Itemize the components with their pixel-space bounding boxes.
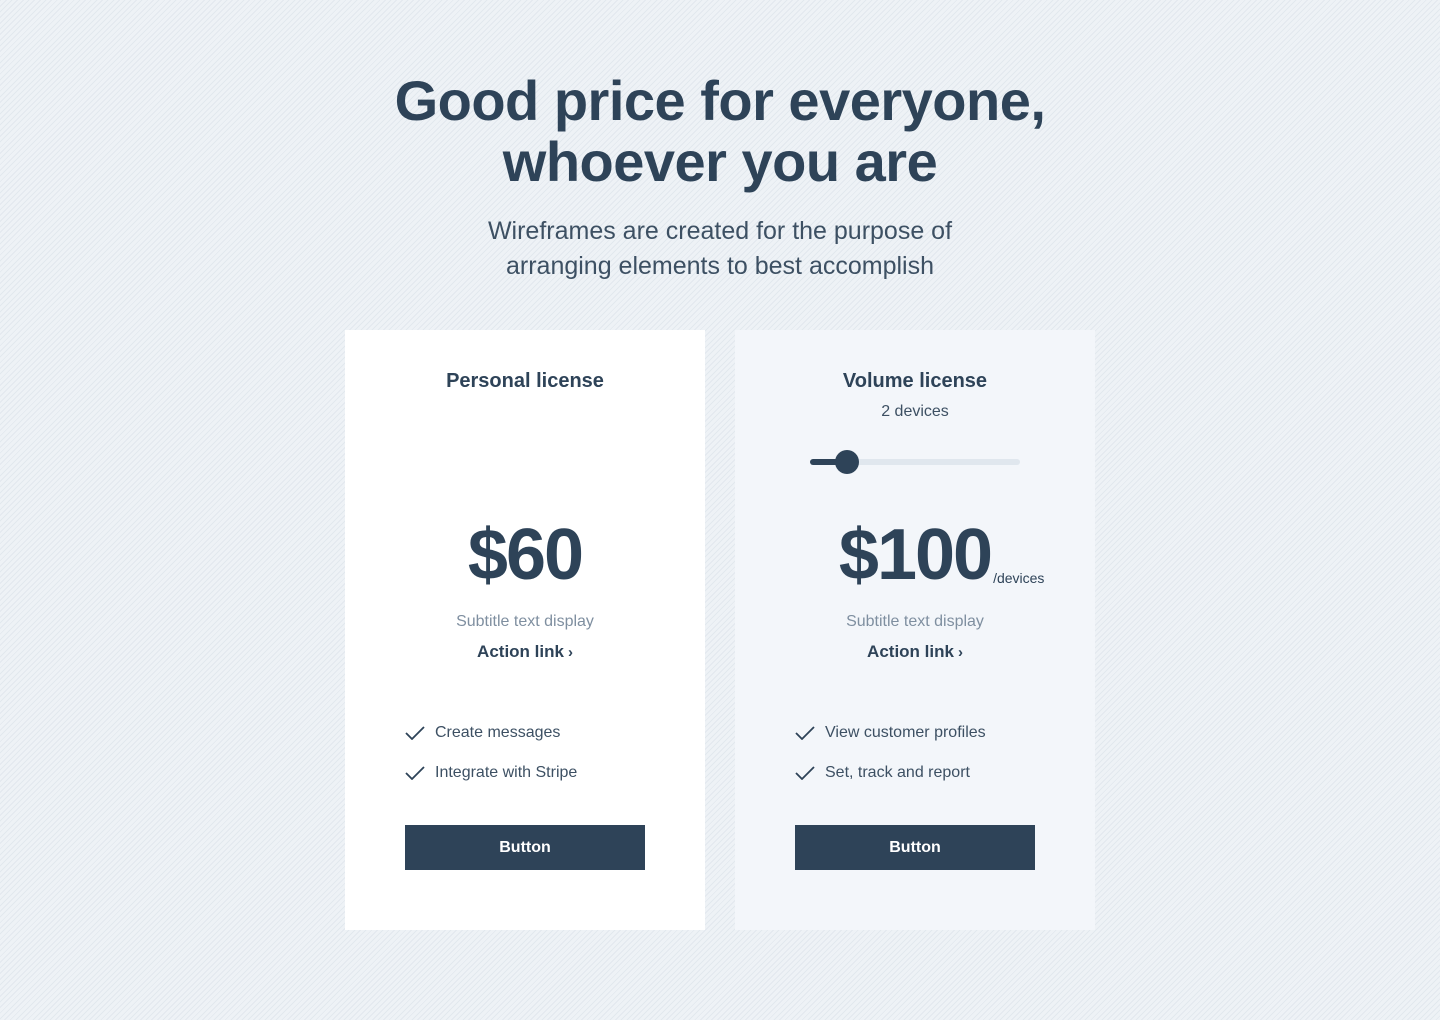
price: $60 [345, 510, 705, 600]
page-title-line-2: whoever you are [502, 130, 938, 193]
action-link[interactable]: Action link › [735, 642, 1095, 662]
check-icon [795, 766, 815, 780]
devices-slider[interactable] [810, 450, 1020, 474]
feature-label: Integrate with Stripe [435, 764, 578, 781]
price-unit: /devices [993, 570, 1045, 586]
hero-section: Good price for everyone, whoever you are… [0, 70, 1440, 284]
feature-label: View customer profiles [825, 724, 986, 741]
action-link-label: Action link [477, 642, 564, 661]
chevron-right-icon: › [567, 644, 573, 661]
action-link-label: Action link [867, 642, 954, 661]
feature-list: View customer profiles Set, track and re… [795, 720, 986, 800]
volume-license-button[interactable]: Button [795, 825, 1035, 870]
page-title: Good price for everyone, whoever you are [0, 70, 1440, 192]
feature-item: Create messages [405, 720, 577, 746]
page-subtitle: Wireframes are created for the purpose o… [487, 217, 953, 280]
feature-item: Set, track and report [795, 760, 986, 786]
pricing-card-volume: Volume license 2 devices $100/devices Su… [735, 330, 1095, 930]
price-value: $100 [838, 515, 993, 595]
price: $100/devices [735, 510, 1095, 600]
personal-license-button[interactable]: Button [405, 825, 645, 870]
check-icon [405, 726, 425, 740]
action-link[interactable]: Action link › [345, 642, 705, 662]
price-subtitle: Subtitle text display [846, 613, 984, 630]
feature-label: Set, track and report [825, 764, 970, 781]
card-title: Personal license [446, 370, 604, 392]
price-subtitle: Subtitle text display [456, 613, 594, 630]
chevron-right-icon: › [957, 644, 963, 661]
page-title-line-1: Good price for everyone, [394, 69, 1046, 132]
feature-list: Create messages Integrate with Stripe [405, 720, 577, 800]
price-wrap: $100/devices [838, 510, 1045, 600]
card-title: Volume license [842, 370, 988, 392]
feature-item: Integrate with Stripe [405, 760, 577, 786]
check-icon [405, 766, 425, 780]
price-value: $60 [467, 515, 584, 595]
devices-count: 2 devices [881, 403, 949, 420]
slider-thumb[interactable] [835, 450, 860, 474]
feature-label: Create messages [435, 724, 561, 741]
feature-item: View customer profiles [795, 720, 986, 746]
check-icon [795, 726, 815, 740]
pricing-card-personal: Personal license $60 Subtitle text displ… [345, 330, 705, 930]
